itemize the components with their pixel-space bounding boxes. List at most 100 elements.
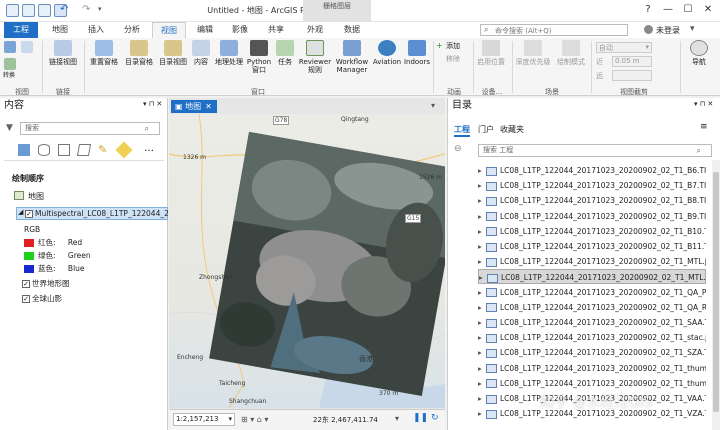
catalog-item[interactable]: ▸ LC08_L1TP_122044_20171023_20200902_02_T… — [478, 330, 706, 345]
tab-view[interactable]: 视图 — [152, 22, 186, 38]
enable-position-button[interactable]: 启用位置 — [476, 40, 506, 66]
expand-icon[interactable]: ▸ — [478, 391, 486, 406]
basemap-topo-row[interactable]: ✓ 世界地形图 — [22, 278, 70, 289]
pane-options-icon[interactable]: ▾ ⊓ ✕ — [694, 100, 713, 108]
tab-project[interactable]: 工程 — [4, 22, 38, 38]
map-canvas[interactable]: Qingtang G78 G15 1326 m 1526 m Zhongshan… — [169, 114, 445, 408]
expand-icon[interactable]: ▸ — [478, 315, 486, 330]
tab-insert[interactable]: 插入 — [80, 22, 112, 38]
contents-search-input[interactable]: 搜索 ⌕ — [20, 122, 160, 135]
catalog-item[interactable]: ▸ LC08_L1TP_122044_20171023_20200902_02_T… — [478, 209, 706, 224]
basemap-hillshade-row[interactable]: ✓ 全球山影 — [22, 293, 62, 304]
layer-visibility-checkbox[interactable]: ✓ — [25, 210, 33, 218]
expand-icon[interactable]: ▸ — [478, 209, 486, 224]
catalog-item[interactable]: ▸ LC08_L1TP_122044_20171023_20200902_02_T… — [478, 315, 706, 330]
catalog-tab-portal[interactable]: 门户 — [478, 124, 494, 135]
scale-tools-icon[interactable]: ⊞ ▾ ⌂ ▾ — [241, 415, 268, 424]
animation-remove-button[interactable]: 移除 — [436, 55, 472, 63]
expand-icon[interactable]: ▸ — [478, 361, 486, 376]
tab-data[interactable]: 数据 — [336, 22, 368, 38]
catalog-item[interactable]: ▸ LC08_L1TP_122044_20171023_20200902_02_T… — [478, 254, 706, 269]
tab-analysis[interactable]: 分析 — [116, 22, 148, 38]
expand-icon[interactable]: ▸ — [478, 406, 486, 421]
catalog-item[interactable]: ▸ LC08_L1TP_122044_20171023_20200902_02_T… — [478, 376, 706, 391]
catalog-item[interactable]: ▸ LC08_L1TP_122044_20171023_20200902_02_T… — [478, 163, 706, 178]
catalog-item[interactable]: ▸ LC08_L1TP_122044_20171023_20200902_02_T… — [478, 224, 706, 239]
tab-map-view[interactable]: ▣ 地图 ✕ — [171, 100, 217, 113]
navigation-button[interactable]: 导航 — [684, 40, 714, 66]
link-views-button[interactable]: 链接视图 — [45, 40, 81, 66]
near-input[interactable]: 0.05 m — [612, 56, 652, 67]
coordinate-options-icon[interactable]: ▾ — [395, 414, 399, 423]
expand-icon[interactable]: ▸ — [478, 178, 486, 193]
catalog-pane-button[interactable]: 目录窗格 — [122, 40, 156, 66]
tab-map[interactable]: 地图 — [44, 22, 76, 38]
expand-icon[interactable]: ▸ — [479, 270, 487, 283]
catalog-item[interactable]: ▸ LC08_L1TP_122044_20171023_20200902_02_T… — [478, 178, 706, 193]
tasks-button[interactable]: 任务 — [273, 40, 297, 66]
refresh-icon[interactable]: ↻ — [431, 413, 439, 423]
user-menu-chevron-icon[interactable]: ▾ — [690, 24, 695, 34]
python-window-button[interactable]: Python 窗口 — [246, 40, 272, 74]
more-options-icon[interactable]: … — [144, 143, 154, 154]
expand-icon[interactable]: ▸ — [478, 224, 486, 239]
expand-icon[interactable]: ▸ — [478, 239, 486, 254]
help-button[interactable]: ? — [640, 3, 656, 17]
maximize-button[interactable]: ☐ — [680, 3, 696, 17]
user-signin-label[interactable]: 未登录 — [656, 25, 680, 36]
catalog-item[interactable]: ▸ LC08_L1TP_122044_20171023_20200902_02_T… — [478, 285, 706, 300]
pane-options-icon[interactable]: ▾ ⊓ ✕ — [143, 100, 162, 108]
expand-icon[interactable]: ▸ — [478, 285, 486, 300]
close-icon[interactable]: ✕ — [205, 102, 212, 111]
scale-select[interactable]: 1:2,157,213 ▾ — [173, 413, 235, 426]
expand-icon[interactable]: ▸ — [478, 300, 486, 315]
collapse-icon[interactable]: ◢ — [18, 208, 23, 216]
draw-mode-button[interactable]: 绘制模式 — [553, 40, 589, 66]
basemap-hillshade-checkbox[interactable]: ✓ — [22, 295, 30, 303]
list-by-selection-icon[interactable] — [58, 144, 70, 156]
expand-icon[interactable]: ▸ — [478, 376, 486, 391]
aviation-button[interactable]: Aviation — [371, 40, 403, 66]
tab-appearance[interactable]: 外观 — [298, 22, 332, 38]
layer-row-selected[interactable]: ◢ ✓ Multispectral_LC08_L1TP_122044_2017 — [16, 207, 183, 220]
catalog-view-button[interactable]: 目录视图 — [156, 40, 190, 66]
minimize-button[interactable]: — — [660, 3, 676, 17]
geoprocessing-button[interactable]: 地理处理 — [213, 40, 245, 66]
scrollbar-thumb[interactable] — [713, 172, 719, 412]
expand-icon[interactable]: ▸ — [478, 193, 486, 208]
depth-priority-button[interactable]: 深度优先级 — [515, 40, 551, 66]
list-by-labeling-icon[interactable] — [115, 141, 133, 159]
tab-imagery[interactable]: 影像 — [224, 22, 256, 38]
catalog-item[interactable]: ▸ LC08_L1TP_122044_20171023_20200902_02_T… — [478, 269, 706, 285]
reviewer-rules-button[interactable]: Reviewer 规则 — [297, 40, 333, 74]
tab-edit[interactable]: 编辑 — [190, 22, 220, 38]
expand-icon[interactable]: ▸ — [478, 163, 486, 178]
catalog-menu-icon[interactable]: ≡ — [700, 122, 708, 132]
list-by-source-icon[interactable] — [38, 144, 50, 156]
catalog-search-input[interactable]: 搜索 工程 ⌕ — [478, 144, 712, 157]
filter-icon[interactable]: ▼ — [6, 123, 13, 133]
catalog-item[interactable]: ▸ LC08_L1TP_122044_20171023_20200902_02_T… — [478, 361, 706, 376]
far-input[interactable] — [612, 70, 652, 81]
catalog-item[interactable]: ▸ LC08_L1TP_122044_20171023_20200902_02_T… — [478, 239, 706, 254]
catalog-item[interactable]: ▸ LC08_L1TP_122044_20171023_20200902_02_T… — [478, 300, 706, 315]
catalog-item[interactable]: ▸ LC08_L1TP_122044_20171023_20200902_02_T… — [478, 345, 706, 360]
catalog-item[interactable]: ▸ LC08_L1TP_122044_20171023_20200902_02_T… — [478, 193, 706, 208]
reset-panes-button[interactable]: 重置窗格 — [86, 40, 122, 66]
pencil-icon[interactable]: ✎ — [98, 143, 107, 156]
clone-view-icon[interactable] — [20, 41, 34, 55]
contents-button[interactable]: 内容 — [190, 40, 212, 66]
close-button[interactable]: ✕ — [700, 3, 716, 17]
basemap-topo-checkbox[interactable]: ✓ — [22, 280, 30, 288]
map-node-label[interactable]: 地图 — [28, 191, 44, 202]
list-by-drawing-order-icon[interactable] — [18, 144, 30, 156]
pane-menu-icon[interactable]: ▾ — [431, 101, 435, 110]
convert-button[interactable] — [3, 41, 17, 55]
expand-icon[interactable]: ▸ — [478, 345, 486, 360]
list-by-editing-icon[interactable] — [76, 144, 92, 156]
pause-drawing-icon[interactable]: ❚❚ — [413, 413, 428, 423]
tab-share[interactable]: 共享 — [260, 22, 292, 38]
animation-add-button[interactable]: + 添加 — [436, 42, 472, 51]
map-toggle-icon[interactable] — [3, 58, 17, 72]
indoors-button[interactable]: Indoors — [403, 40, 431, 66]
